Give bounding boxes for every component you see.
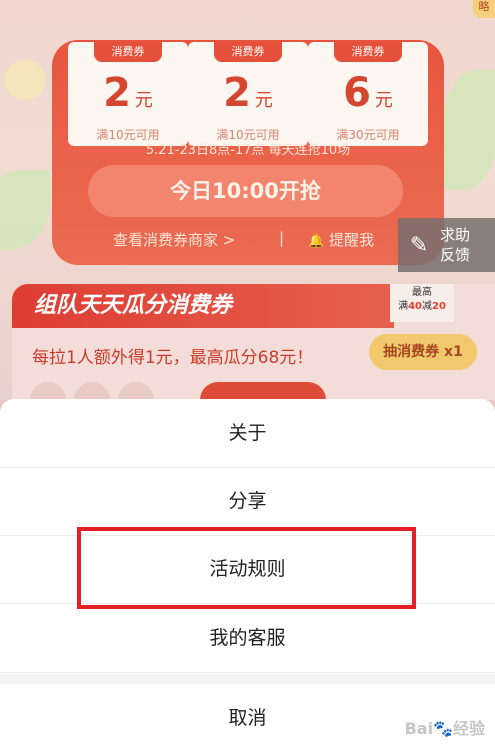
merchants-link-text[interactable]: 查看消费券商家 > (113, 231, 235, 249)
help-feedback-label: 求助 反馈 (440, 225, 470, 265)
team-avatars (30, 382, 162, 400)
menu-item-customer-service[interactable]: 我的客服 (0, 604, 495, 673)
corner-tag: 略 (473, 0, 495, 18)
remind-me-text[interactable]: 提醒我 (329, 231, 374, 249)
help-feedback-button[interactable]: ✎ 求助 反馈 (398, 218, 495, 272)
menu-item-about[interactable]: 关于 (0, 399, 495, 468)
sheet-divider (0, 674, 495, 684)
remind-me-link[interactable]: 🔔 提醒我 (308, 229, 374, 250)
invite-button[interactable] (200, 382, 326, 400)
coupon-tag: 消费券 (214, 42, 282, 62)
coupon-amount: 6元 (343, 70, 393, 116)
max-discount-badge: 最高 满40减20 (390, 284, 454, 322)
coupon-amount: 2元 (103, 70, 153, 116)
help-label-line1: 求助 (440, 226, 471, 244)
menu-item-share[interactable]: 分享 (0, 467, 495, 536)
watermark: Bai🐾经验 (404, 719, 485, 738)
link-divider: | (279, 229, 285, 247)
highlight-box (77, 527, 416, 609)
help-label-line2: 反馈 (440, 246, 471, 264)
avatar (118, 382, 154, 400)
coupon-panel: 消费券 2元 满10元可用 消费券 2元 满10元可用 消费券 6元 满30元可… (52, 40, 444, 265)
coupon-amount: 2元 (223, 70, 273, 116)
action-sheet: 关于 分享 活动规则 我的客服 取消 Bai🐾经验 (0, 399, 495, 747)
flower-decoration (5, 60, 45, 100)
coupon-card: 消费券 2元 满10元可用 (188, 42, 308, 146)
badge-line2: 满40减20 (398, 301, 446, 312)
merchants-link[interactable]: 查看消费券商家 > (113, 229, 235, 250)
badge-line1: 最高 (412, 287, 432, 298)
pencil-icon: ✎ (409, 232, 429, 258)
coupon-card: 消费券 2元 满10元可用 (68, 42, 188, 146)
schedule-text: 5.21-23日8点-17点 每天连抢10场 (145, 143, 351, 158)
activity-page-background: 略 消费券 2元 满10元可用 消费券 2元 满10元可用 消费券 6元 满30… (0, 0, 495, 400)
bell-icon: 🔔 (308, 234, 325, 249)
lottery-coupon-button[interactable]: 抽消费券 x1 (369, 334, 477, 370)
grab-coupon-button[interactable]: 今日10:00开抢 (88, 165, 403, 217)
leaf-decoration (440, 70, 495, 190)
avatar (30, 382, 66, 400)
coupon-tag: 消费券 (94, 42, 162, 62)
coupon-card: 消费券 6元 满30元可用 (308, 42, 428, 146)
leaf-decoration (0, 170, 50, 250)
team-split-card: 组队天天瓜分消费券 最高 满40减20 每拉1人额外得1元，最高瓜分68元！ 抽… (12, 284, 495, 400)
avatar (74, 382, 110, 400)
team-description: 每拉1人额外得1元，最高瓜分68元！ (32, 348, 314, 368)
coupon-tag: 消费券 (334, 42, 402, 62)
team-card-title: 组队天天瓜分消费券 (12, 284, 394, 328)
